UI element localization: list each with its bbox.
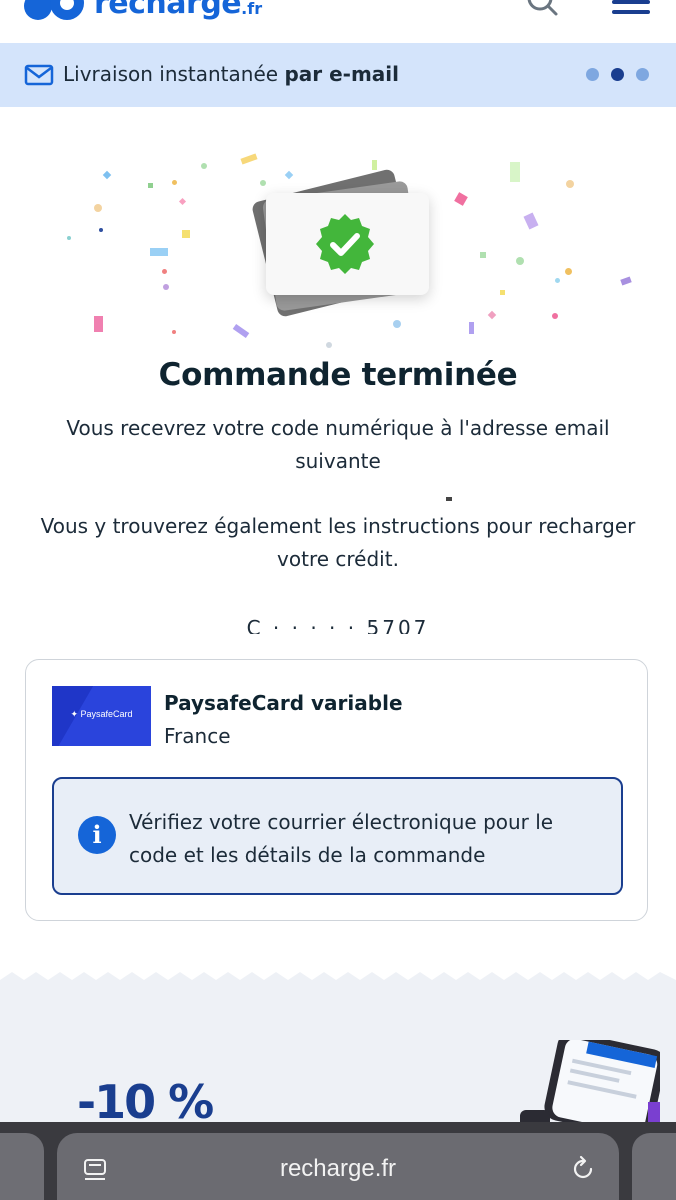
hamburger-icon <box>612 0 650 4</box>
reload-icon[interactable] <box>568 1154 598 1184</box>
recharge-logo[interactable]: recharge .fr <box>24 0 263 21</box>
next-tab[interactable] <box>632 1133 676 1200</box>
previous-tab[interactable] <box>0 1133 44 1200</box>
search-button[interactable] <box>526 0 560 22</box>
info-icon: i <box>78 816 116 854</box>
menu-button[interactable] <box>612 0 650 22</box>
product-image-label: PaysafeCard <box>80 709 133 719</box>
search-icon <box>527 0 558 16</box>
success-check-icon <box>316 214 374 274</box>
promo-discount[interactable]: -10 % <box>77 1075 214 1129</box>
zigzag-divider <box>0 972 676 992</box>
product-image: ✦ PaysafeCard <box>52 686 151 746</box>
logo-mark-icon <box>24 0 88 20</box>
banner-text-bold: par e-mail <box>284 62 399 86</box>
carousel-dot-1[interactable] <box>586 68 599 81</box>
site-header: recharge .fr <box>0 0 676 42</box>
carousel-dot-2[interactable] <box>611 68 624 81</box>
product-name: PaysafeCard variable <box>164 691 403 715</box>
url-text: recharge.fr <box>279 1155 397 1182</box>
banner-text-regular: Livraison instantanée <box>63 62 285 86</box>
logo-tld: .fr <box>241 0 263 18</box>
confirmation-message: Vous recevrez votre code numérique à l'a… <box>66 416 610 473</box>
phone-illustration <box>520 1040 660 1130</box>
mail-icon <box>24 64 54 86</box>
delivery-banner: Livraison instantanée par e-mail <box>0 43 676 107</box>
carousel-dot-3[interactable] <box>636 68 649 81</box>
logo-text: recharge <box>94 0 242 21</box>
paysafecard-logo-icon: ✦ <box>70 709 81 719</box>
instructions-message: Vous y trouverez également les instructi… <box>40 514 636 571</box>
banner-text: Livraison instantanée par e-mail <box>63 62 399 86</box>
redacted-email <box>446 497 452 501</box>
product-country: France <box>164 724 231 748</box>
page-title: Commande terminée <box>158 357 518 393</box>
info-text: Vérifiez votre courrier électronique pou… <box>129 810 554 867</box>
order-number-redacted: C · · · · · 5707 <box>246 616 430 634</box>
